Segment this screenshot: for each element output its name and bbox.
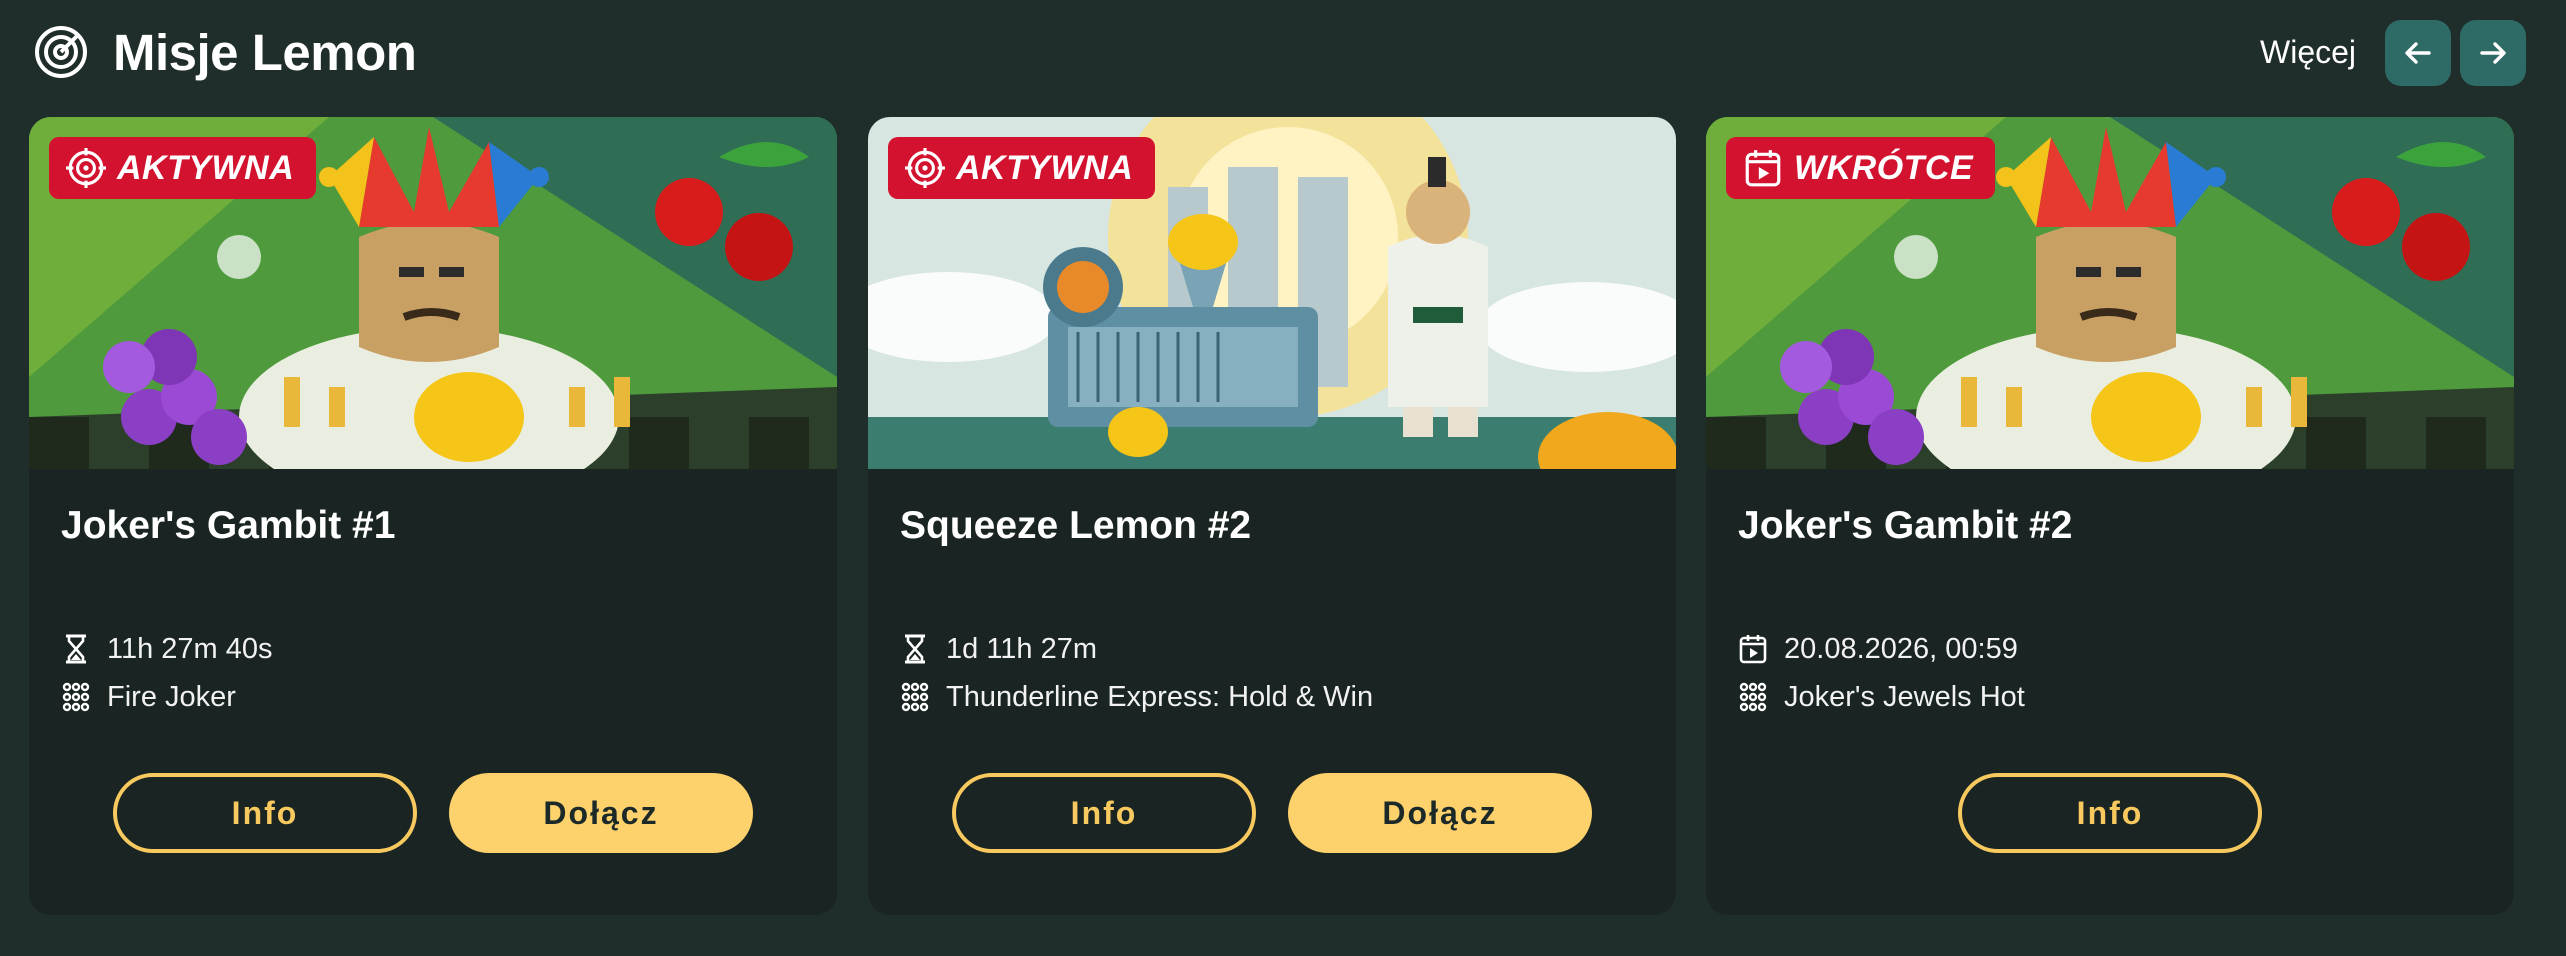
hourglass-icon (900, 633, 930, 665)
mission-date-row: 20.08.2026, 00:59 (1738, 629, 2018, 669)
mission-game-row: Thunderline Express: Hold & Win (900, 677, 1373, 717)
mission-time-row: 1d 11h 27m (900, 629, 1097, 669)
mission-title: Squeeze Lemon #2 (900, 504, 1252, 547)
mission-time: 11h 27m 40s (107, 632, 273, 665)
mission-time: 1d 11h 27m (946, 632, 1098, 665)
prev-button[interactable] (2385, 20, 2451, 86)
calendar-play-icon (1738, 633, 1768, 665)
info-button[interactable]: Info (952, 773, 1256, 853)
mission-game: Fire Joker (107, 680, 236, 713)
grid-dots-icon (61, 681, 91, 713)
mission-start-date: 20.08.2026, 00:59 (1784, 632, 2018, 665)
page-title: Misje Lemon (113, 24, 417, 81)
grid-dots-icon (900, 681, 930, 713)
mission-title: Joker's Gambit #2 (1738, 504, 2073, 547)
join-button[interactable]: Dołącz (449, 773, 753, 853)
status-badge: AKTYWNA (888, 137, 1156, 199)
more-link[interactable]: Więcej (2260, 32, 2356, 72)
mission-game-row: Fire Joker (61, 677, 236, 717)
status-badge: WKRÓTCE (1726, 137, 1996, 199)
calendar-play-icon (1742, 147, 1784, 189)
arrow-left-icon (2405, 42, 2431, 64)
mission-card: AKTYWNA Squeeze Lemon #2 1d 11h 27m Thun… (868, 117, 1676, 915)
next-button[interactable] (2460, 20, 2526, 86)
target-icon (65, 147, 107, 189)
mission-game-row: Joker's Jewels Hot (1738, 677, 2025, 717)
target-icon (35, 26, 87, 78)
info-button[interactable]: Info (113, 773, 417, 853)
info-button[interactable]: Info (1958, 773, 2262, 853)
arrow-right-icon (2480, 42, 2506, 64)
mission-card: WKRÓTCE Joker's Gambit #2 20.08.2026, 00… (1706, 117, 2514, 915)
section-header: Misje Lemon Więcej (0, 0, 2566, 106)
join-button[interactable]: Dołącz (1288, 773, 1592, 853)
grid-dots-icon (1738, 681, 1768, 713)
status-label: AKTYWNA (117, 149, 295, 187)
mission-card: AKTYWNA Joker's Gambit #1 11h 27m 40s Fi… (29, 117, 837, 915)
mission-time-row: 11h 27m 40s (61, 629, 273, 669)
target-icon (904, 147, 946, 189)
status-badge: AKTYWNA (49, 137, 317, 199)
mission-game: Thunderline Express: Hold & Win (946, 680, 1374, 713)
status-label: AKTYWNA (956, 149, 1134, 187)
status-label: WKRÓTCE (1794, 149, 1974, 187)
hourglass-icon (61, 633, 91, 665)
mission-game: Joker's Jewels Hot (1784, 680, 2025, 713)
mission-title: Joker's Gambit #1 (61, 504, 396, 547)
